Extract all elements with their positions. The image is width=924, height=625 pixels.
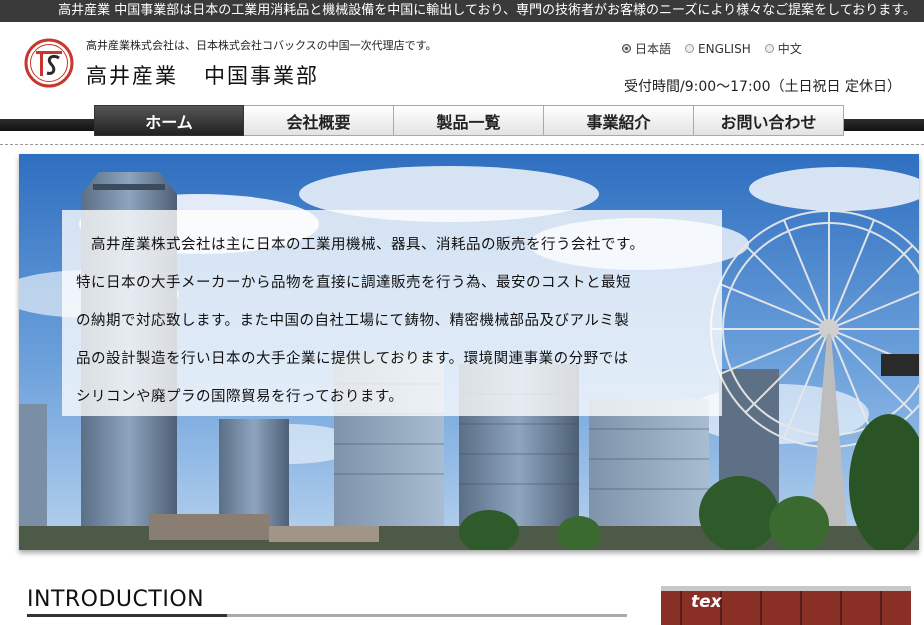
ts-monogram-logo-icon [24,38,74,88]
nav-item-products[interactable]: 製品一覧 [394,105,544,136]
introduction-heading: INTRODUCTION [27,587,205,612]
radio-selected-icon[interactable] [622,44,631,53]
radio-icon[interactable] [685,44,695,53]
language-label: 中文 [777,42,802,56]
nav-item-home[interactable]: ホーム [94,105,244,136]
language-selector: 日本語 ENGLISH 中文 [622,40,802,57]
hero-line: 品の設計製造を行い日本の大手企業に提供しております。環境関連事業の分野では [76,351,629,367]
header-tagline: 高井産業株式会社は、日本株式会社コバックスの中国一次代理店です。 [86,39,437,52]
hero-line: 特に日本の大手メーカーから品物を直接に調達販売を行う為、最安のコストと最短 [76,275,631,291]
introduction-underline [27,614,627,617]
hero-line: の納期で対応致します。また中国の自社工場にて鋳物、精密機械部品及びアルミ製 [76,313,630,329]
nav-item-company[interactable]: 会社概要 [244,105,394,136]
company-title[interactable]: 高井産業 中国事業部 [86,60,319,90]
company-logo[interactable] [24,38,74,88]
language-label: 日本語 [635,42,672,56]
nav-item-business[interactable]: 事業紹介 [544,105,694,136]
hero-line: シリコンや廃プラの国際貿易を行っております。 [76,389,404,405]
hero-line: 高井産業株式会社は主に日本の工業用機械、器具、消耗品の販売を行う会社です。 [76,237,645,253]
language-label: ENGLISH [698,41,751,56]
container-brand-label: tex [691,592,722,612]
radio-icon[interactable] [764,44,774,53]
announcement-text: 高井産業 中国事業部は日本の工業用消耗品と機械設備を中国に輸出しており、専門の技… [58,3,916,18]
dotted-divider [0,144,924,145]
container-thumbnail[interactable]: tex [661,586,911,625]
business-hours: 受付時間/9:00～17:00（土日祝日 定休日） [624,79,901,95]
hero-banner: 高井産業株式会社は主に日本の工業用機械、器具、消耗品の販売を行う会社です。 特に… [19,154,919,550]
main-nav: ホーム 会社概要 製品一覧 事業紹介 お問い合わせ [94,105,844,136]
top-announcement-bar: 高井産業 中国事業部は日本の工業用消耗品と機械設備を中国に輸出しており、専門の技… [0,0,924,22]
hero-intro-panel: 高井産業株式会社は主に日本の工業用機械、器具、消耗品の販売を行う会社です。 特に… [62,210,722,416]
language-option-ja[interactable]: 日本語 [622,40,671,57]
language-option-en[interactable]: ENGLISH [685,40,751,57]
nav-item-contact[interactable]: お問い合わせ [694,105,844,136]
department-name: 中国事業部 [204,64,319,88]
company-name: 高井産業 [86,64,178,88]
language-option-zh[interactable]: 中文 [764,40,802,57]
